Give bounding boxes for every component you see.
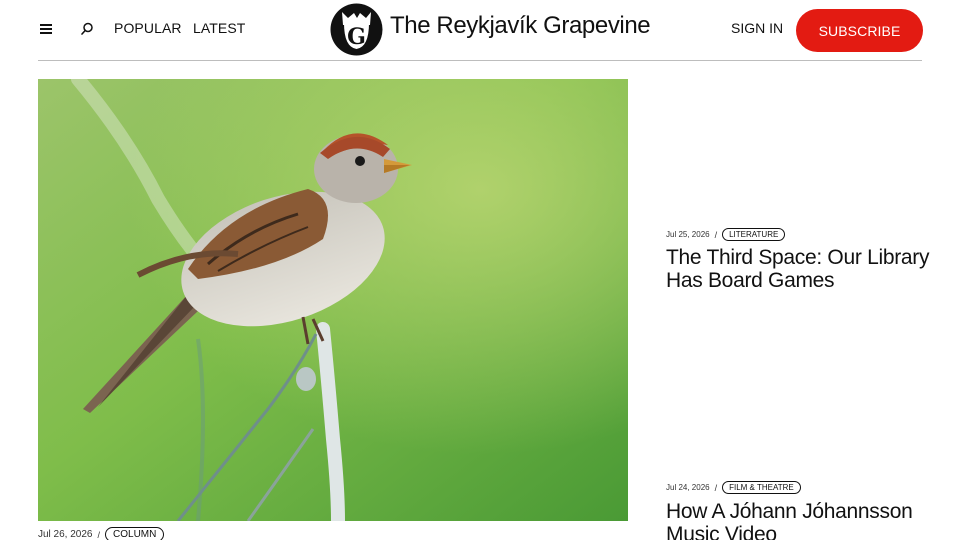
article-meta: Jul 24, 2026 / FILM & THEATRE [666,481,801,494]
article-headline[interactable]: How A Jóhann Jóhannsson Music Video [666,500,936,540]
article-date: Jul 25, 2026 [666,230,710,239]
nav-latest-link[interactable]: LATEST [193,20,245,36]
grapevine-logo-icon[interactable]: G [330,3,383,56]
article-category-tag[interactable]: FILM & THEATRE [722,481,801,494]
site-title[interactable]: The Reykjavík Grapevine [390,12,651,40]
meta-separator: / [714,229,718,240]
search-icon[interactable] [79,21,95,37]
hamburger-menu-icon[interactable] [39,22,53,36]
meta-separator: / [714,482,718,493]
sign-in-link[interactable]: SIGN IN [731,20,783,36]
article-headline[interactable]: The Third Space: Our Library Has Board G… [666,246,936,292]
site-header: POPULAR LATEST G The Reykjavík Grapevine… [0,0,960,60]
hero-date: Jul 26, 2026 [38,529,93,540]
nav-popular-link[interactable]: POPULAR [114,20,182,36]
header-divider [38,60,922,61]
article-date: Jul 24, 2026 [666,483,710,492]
logo-letter: G [347,24,366,50]
article-meta: Jul 25, 2026 / LITERATURE [666,228,786,241]
subscribe-button[interactable]: SUBSCRIBE [796,9,923,52]
article-category-tag[interactable]: LITERATURE [722,228,786,241]
hero-image[interactable] [38,79,628,521]
hero-category-tag[interactable]: COLUMN [105,527,165,540]
meta-separator: / [97,529,101,540]
hero-meta: Jul 26, 2026 / COLUMN [38,527,165,540]
